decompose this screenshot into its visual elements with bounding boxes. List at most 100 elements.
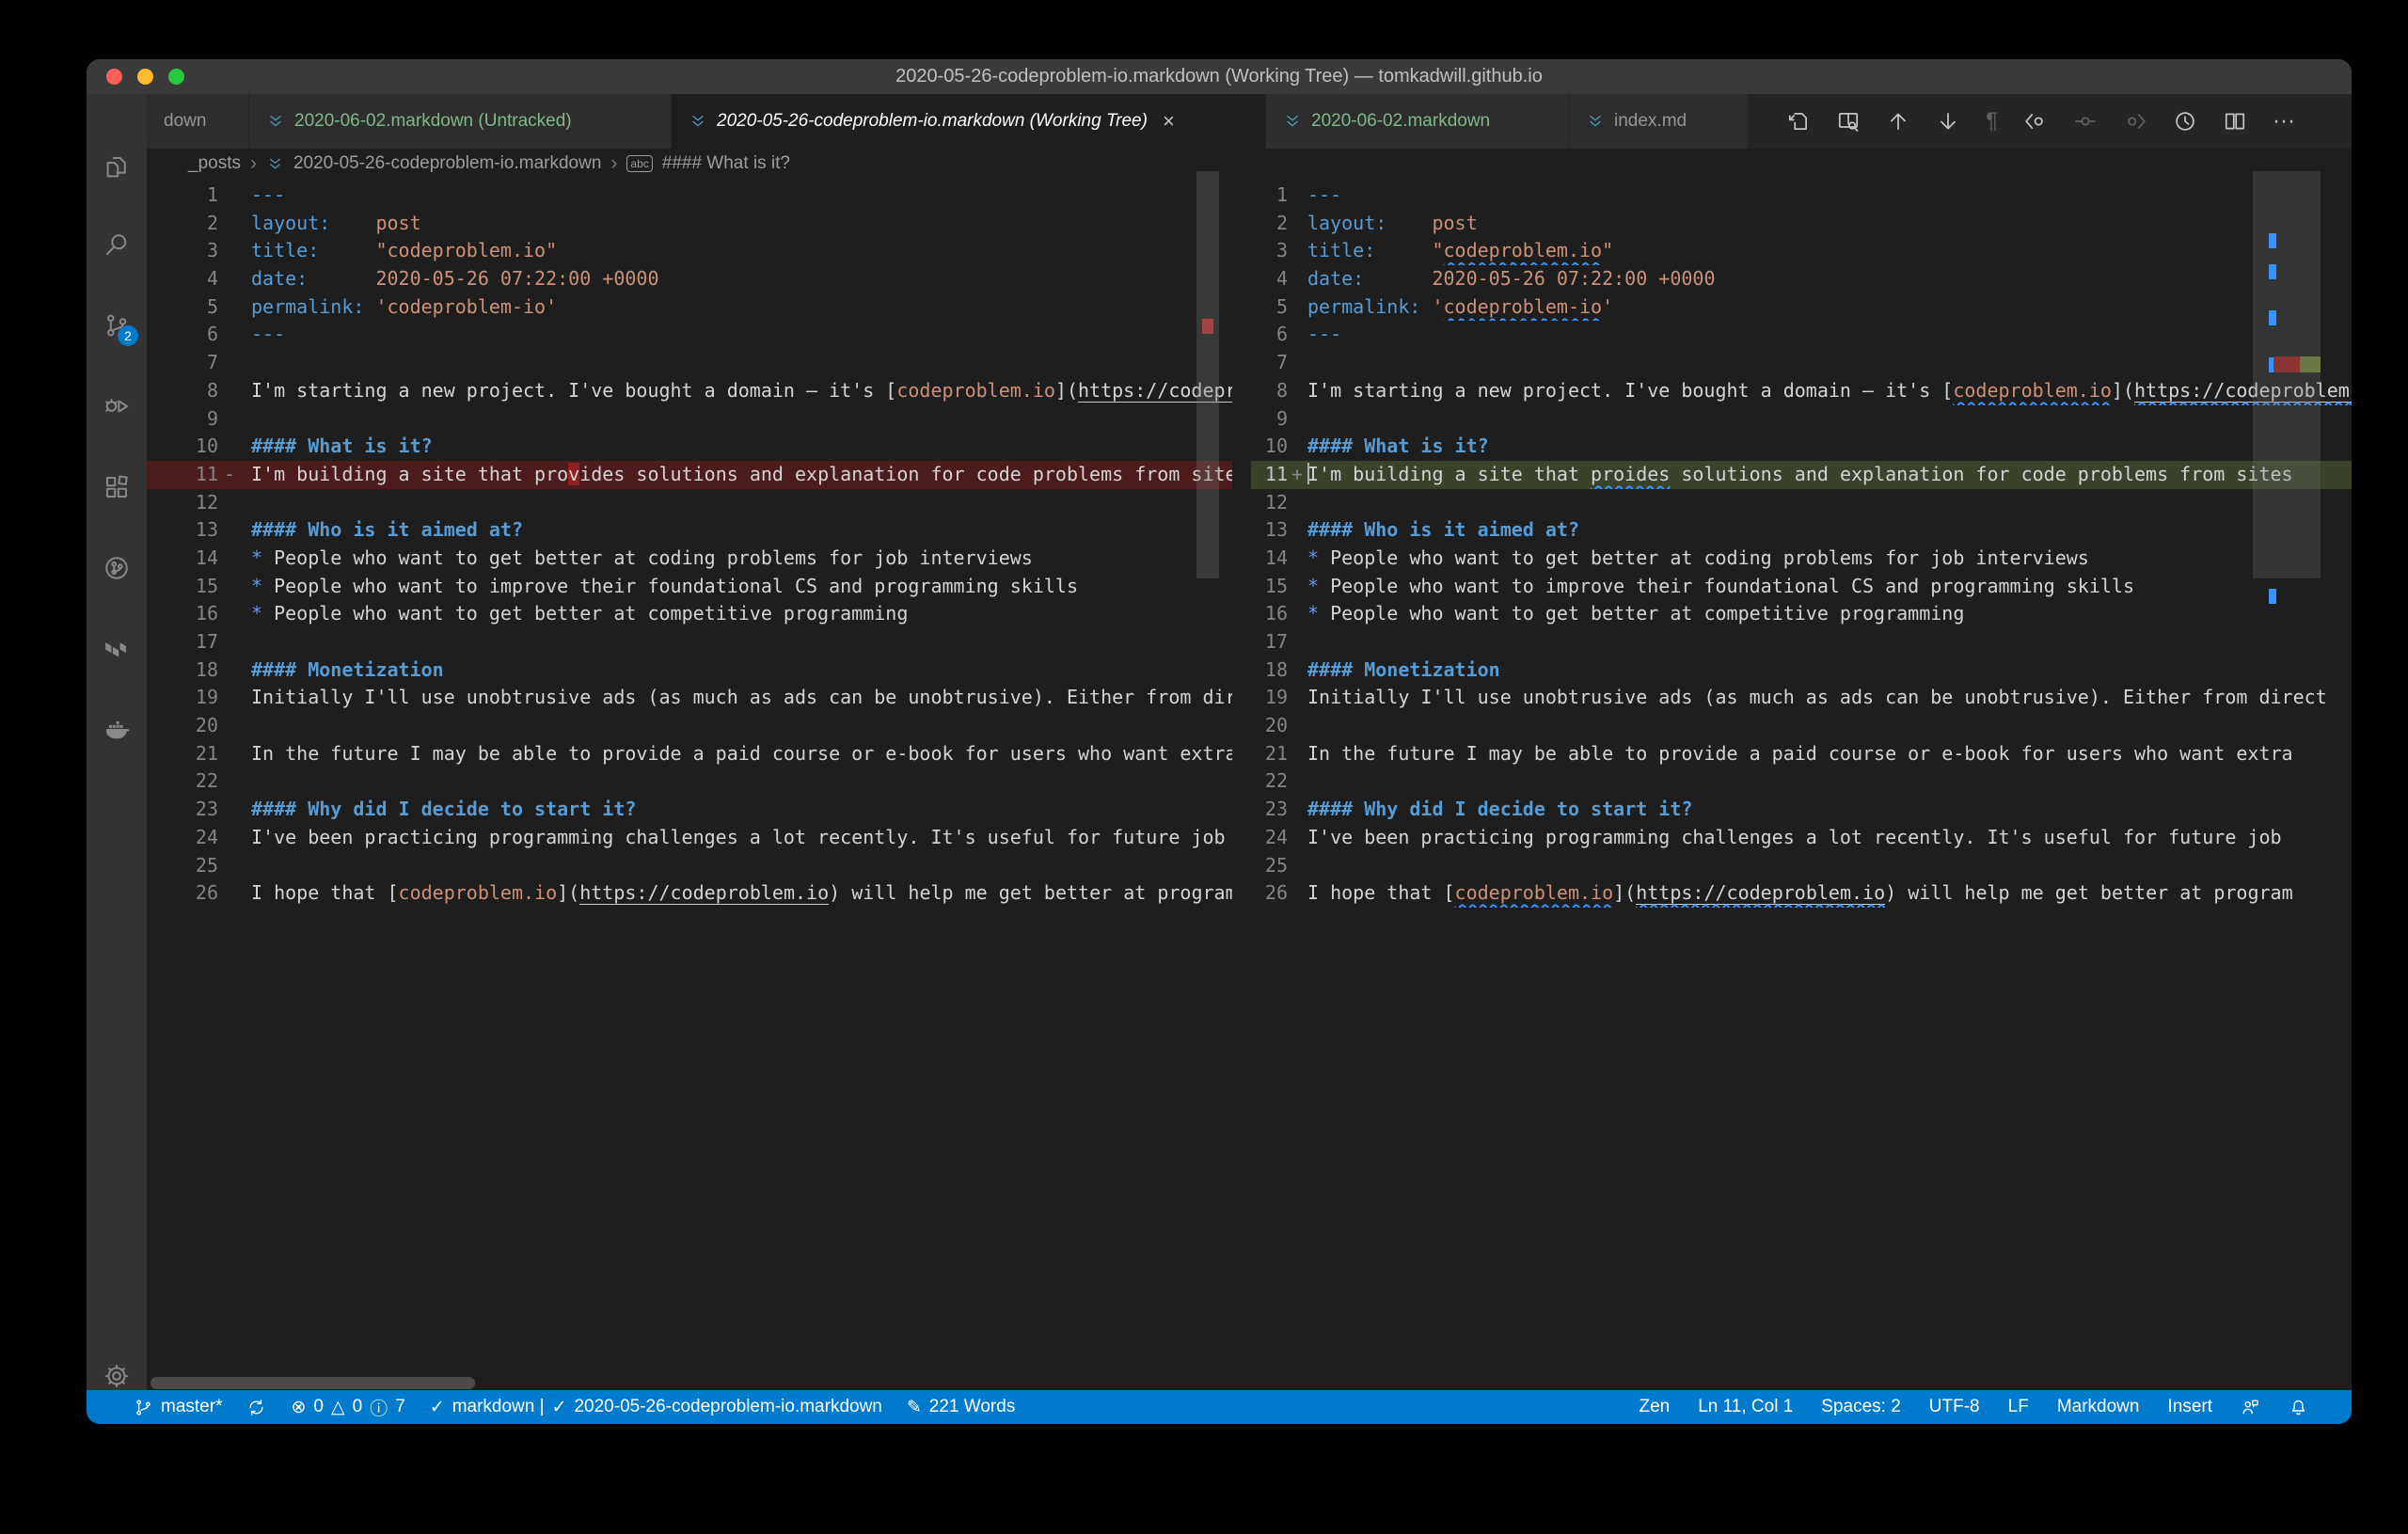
modified-code-line-16[interactable]: 16* People who want to get better at com… [1251, 600, 2352, 628]
compare-working-icon[interactable] [2073, 109, 2098, 134]
modified-code-line-13[interactable]: 13#### Who is it aimed at? [1251, 516, 2352, 545]
modified-code-line-18[interactable]: 18#### Monetization [1251, 656, 2352, 685]
original-code-line-15[interactable]: 15* People who want to improve their fou… [147, 573, 1232, 601]
modified-code-line-4[interactable]: 4date: 2020-05-26 07:22:00 +0000 [1251, 265, 2352, 293]
tab-2020-06-02-markdown-untracked[interactable]: 2020-06-02.markdown (Untracked) [249, 94, 672, 149]
original-code-line-2[interactable]: 2layout: post [147, 210, 1232, 238]
left-editor-scrollbar[interactable] [1196, 171, 1219, 578]
modified-code-line-3[interactable]: 3title: "codeproblem.io" [1251, 237, 2352, 265]
original-code-line-25[interactable]: 25 [147, 852, 1232, 880]
breadcrumb-item[interactable]: _posts [188, 153, 241, 174]
modified-code-line-1[interactable]: 1--- [1251, 182, 2352, 210]
modified-code-line-26[interactable]: 26I hope that [codeproblem.io](https://c… [1251, 879, 2352, 908]
modified-code-line-22[interactable]: 22 [1251, 767, 2352, 796]
source-control-icon[interactable]: 2 [103, 311, 131, 340]
breadcrumb-item[interactable]: #### What is it? [662, 153, 790, 174]
gitlens-icon[interactable] [103, 554, 131, 582]
original-code-line-23[interactable]: 23#### Why did I decide to start it? [147, 796, 1232, 824]
status-eol-sequence[interactable]: LF [2008, 1397, 2029, 1417]
modified-code-line-24[interactable]: 24I've been practicing programming chall… [1251, 824, 2352, 852]
original-code-line-24[interactable]: 24I've been practicing programming chall… [147, 824, 1232, 852]
status-git-branch-status[interactable]: master* [134, 1397, 222, 1417]
horizontal-scrollbar[interactable] [150, 1377, 475, 1389]
original-code-line-9[interactable]: 9 [147, 405, 1232, 434]
original-code-line-13[interactable]: 13#### Who is it aimed at? [147, 516, 1232, 545]
tab-2020-05-26-codeproblem-io-markdown-working-tree[interactable]: 2020-05-26-codeproblem-io.markdown (Work… [672, 94, 1266, 149]
run-debug-icon[interactable] [103, 392, 131, 420]
modified-code-line-5[interactable]: 5permalink: 'codeproblem-io' [1251, 293, 2352, 322]
extensions-icon[interactable] [103, 473, 131, 501]
more-actions-icon[interactable]: ··· [2273, 109, 2295, 134]
original-code-line-8[interactable]: 8I'm starting a new project. I've bought… [147, 377, 1232, 405]
original-code-line-18[interactable]: 18#### Monetization [147, 656, 1232, 685]
compare-previous-icon[interactable] [2023, 109, 2048, 134]
original-code-line-4[interactable]: 4date: 2020-05-26 07:22:00 +0000 [147, 265, 1232, 293]
status-sync-status[interactable] [246, 1398, 266, 1417]
terraform-icon[interactable] [103, 635, 131, 663]
diff-editor-original-pane[interactable]: 1---2layout: post3title: "codeproblem.io… [147, 179, 1232, 1390]
original-code-line-17[interactable]: 17 [147, 628, 1232, 656]
original-code-line-3[interactable]: 3title: "codeproblem.io" [147, 237, 1232, 265]
status-word-count[interactable]: ✎221 Words [907, 1397, 1015, 1418]
original-code-line-11[interactable]: 11-I'm building a site that provides sol… [147, 461, 1232, 489]
original-code-line-22[interactable]: 22 [147, 767, 1232, 796]
original-code-line-14[interactable]: 14* People who want to get better at cod… [147, 545, 1232, 573]
modified-code-line-21[interactable]: 21In the future I may be able to provide… [1251, 740, 2352, 768]
diff-editor-modified-pane[interactable]: 1---2layout: post3title: "codeproblem.io… [1251, 179, 2352, 1390]
original-code-line-10[interactable]: 10#### What is it? [147, 433, 1232, 461]
original-code-line-6[interactable]: 6--- [147, 321, 1232, 349]
modified-code-line-19[interactable]: 19Initially I'll use unobtrusive ads (as… [1251, 684, 2352, 712]
split-editor-icon[interactable] [2223, 109, 2247, 134]
modified-code-line-15[interactable]: 15* People who want to improve their fou… [1251, 573, 2352, 601]
compare-next-icon[interactable] [2123, 109, 2147, 134]
modified-code-line-7[interactable]: 7 [1251, 349, 2352, 377]
right-editor-scrollbar[interactable] [2253, 171, 2321, 578]
modified-code-line-12[interactable]: 12 [1251, 489, 2352, 517]
modified-code-line-8[interactable]: 8I'm starting a new project. I've bought… [1251, 377, 2352, 405]
tab-down[interactable]: down [147, 94, 249, 149]
open-changes-icon[interactable] [1786, 109, 1811, 134]
status-feedback[interactable] [2241, 1398, 2260, 1417]
original-code-line-12[interactable]: 12 [147, 489, 1232, 517]
previous-change-icon[interactable] [1886, 109, 1910, 134]
file-history-icon[interactable] [2173, 109, 2197, 134]
next-change-icon[interactable] [1936, 109, 1960, 134]
status-insert-mode[interactable]: Insert [2167, 1397, 2212, 1417]
search-icon[interactable] [103, 230, 131, 259]
modified-code-line-23[interactable]: 23#### Why did I decide to start it? [1251, 796, 2352, 824]
tab-index-md[interactable]: index.md [1569, 94, 1749, 149]
original-code-line-1[interactable]: 1--- [147, 182, 1232, 210]
tab-2020-06-02-markdown[interactable]: 2020-06-02.markdown [1266, 94, 1569, 149]
status-zen-mode[interactable]: Zen [1639, 1397, 1670, 1417]
modified-code-line-2[interactable]: 2layout: post [1251, 210, 2352, 238]
close-tab-icon[interactable]: × [1163, 111, 1175, 132]
original-code-line-7[interactable]: 7 [147, 349, 1232, 377]
status-problems-status[interactable]: ⊗0△0ⓘ7 [291, 1395, 404, 1420]
status-language-mode[interactable]: Markdown [2057, 1397, 2140, 1417]
modified-code-line-11[interactable]: 11+I'm building a site that proides solu… [1251, 461, 2352, 489]
original-code-line-20[interactable]: 20 [147, 712, 1232, 740]
original-code-line-5[interactable]: 5permalink: 'codeproblem-io' [147, 293, 1232, 322]
render-whitespace-icon[interactable]: ¶ [1986, 109, 1998, 134]
original-code-line-26[interactable]: 26I hope that [codeproblem.io](https://c… [147, 879, 1232, 908]
modified-code-line-25[interactable]: 25 [1251, 852, 2352, 880]
status-cursor-position[interactable]: Ln 11, Col 1 [1698, 1397, 1793, 1417]
status-encoding[interactable]: UTF-8 [1929, 1397, 1980, 1417]
original-code-line-19[interactable]: 19Initially I'll use unobtrusive ads (as… [147, 684, 1232, 712]
modified-code-line-6[interactable]: 6--- [1251, 321, 2352, 349]
title-bar[interactable]: 2020-05-26-codeproblem-io.markdown (Work… [87, 59, 2352, 95]
status-spell-check-language[interactable]: ✓markdown |✓2020-05-26-codeproblem-io.ma… [430, 1397, 882, 1418]
status-indentation[interactable]: Spaces: 2 [1821, 1397, 1901, 1417]
explorer-icon[interactable] [103, 153, 131, 182]
settings-gear-icon[interactable] [103, 1362, 131, 1390]
modified-code-line-14[interactable]: 14* People who want to get better at cod… [1251, 545, 2352, 573]
modified-code-line-20[interactable]: 20 [1251, 712, 2352, 740]
modified-code-line-17[interactable]: 17 [1251, 628, 2352, 656]
original-code-line-21[interactable]: 21In the future I may be able to provide… [147, 740, 1232, 768]
breadcrumb-item[interactable]: 2020-05-26-codeproblem-io.markdown [293, 153, 601, 174]
modified-code-line-10[interactable]: 10#### What is it? [1251, 433, 2352, 461]
modified-code-line-9[interactable]: 9 [1251, 405, 2352, 434]
open-preview-icon[interactable] [1836, 109, 1861, 134]
original-code-line-16[interactable]: 16* People who want to get better at com… [147, 600, 1232, 628]
status-notifications[interactable] [2289, 1398, 2308, 1417]
